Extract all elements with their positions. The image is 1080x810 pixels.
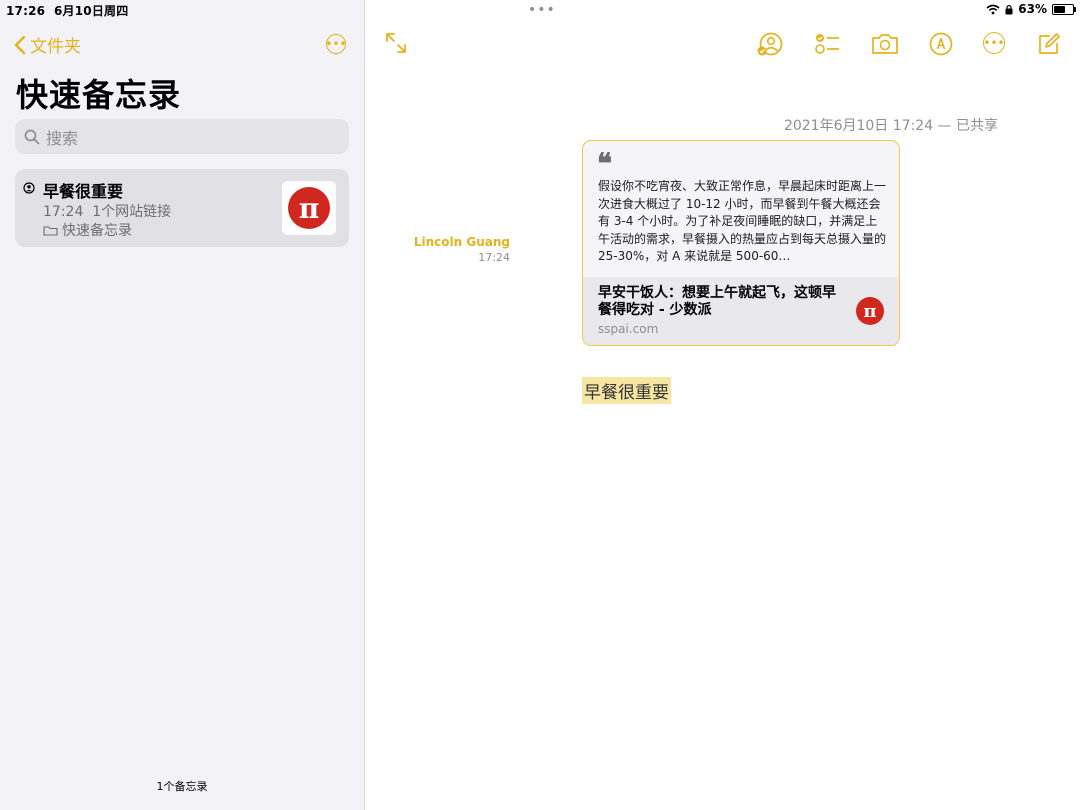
note-body-text[interactable]: 早餐很重要 [582,377,671,404]
folder-icon [43,225,58,236]
status-time: 17:26 [6,4,46,18]
camera-icon[interactable] [871,32,899,56]
note-count: 1个备忘录 [156,780,208,793]
note-date: 2021年6月10日 17:24 — 已共享 [783,118,998,134]
more-options-icon[interactable]: ••• [983,32,1005,54]
link-footer: 早安干饭人：想要上午就起飞，这顿早餐得吃对 - 少数派 sspai.com π [583,277,899,345]
note-thumbnail: π [282,181,336,235]
markup-icon[interactable] [929,32,953,56]
link-domain: sspai.com [598,322,659,336]
author-attribution: Lincoln Guang 17:24 [414,235,510,264]
more-icon[interactable]: ••• [325,34,347,54]
note-item-folder-name: 快速备忘录 [62,223,132,239]
battery-icon [1052,3,1076,15]
link-preview-card[interactable]: ❝ 假设你不吃宵夜、大致正常作息，早晨起床时距离上一次进食大概过了 10-12 … [582,140,900,346]
link-title: 早安干饭人：想要上午就起飞，这顿早餐得吃对 - 少数派 [598,285,836,318]
note-item-meta: 17:24 1个网站链接 [43,201,171,221]
sspai-logo-icon: π [288,187,330,229]
status-indicators: 63% [986,2,1076,16]
back-to-folders-button[interactable]: 文件夹 [14,32,81,57]
quote-icon: ❝ [597,147,613,180]
multitasking-handle[interactable]: ••• [528,2,556,18]
folder-title: 快速备忘录 [16,76,182,114]
sidebar: 17:26 6月10日周四 文件夹 ••• 快速备忘录 搜索 早餐很重要 17:… [0,0,365,810]
note-item-title: 早餐很重要 [43,182,124,201]
status-date: 6月10日周四 [53,4,129,18]
wifi-icon [986,4,1000,14]
author-time: 17:24 [478,251,510,264]
compose-icon[interactable] [1037,32,1061,56]
expand-icon[interactable] [385,32,407,54]
search-placeholder: 搜索 [46,128,79,148]
shared-icon [23,182,35,194]
search-input[interactable]: 搜索 [15,119,349,154]
note-item-folder: 快速备忘录 [43,220,132,240]
sspai-logo-icon: π [856,297,884,325]
note-list-item[interactable]: 早餐很重要 17:24 1个网站链接 快速备忘录 π [15,169,349,247]
author-name: Lincoln Guang [413,235,510,249]
checklist-icon[interactable] [814,32,840,56]
status-time-date: 17:26 6月10日周四 [6,2,128,19]
collaborate-icon[interactable] [757,32,785,56]
back-chevron-icon [14,35,26,54]
search-icon [24,129,40,144]
back-label: 文件夹 [30,37,81,57]
battery-fill [1054,5,1066,13]
lock-icon [1005,4,1013,14]
link-excerpt: 假设你不吃宵夜、大致正常作息，早晨起床时距离上一次进食大概过了 10-12 小时… [598,179,887,263]
note-item-time: 17:24 [43,204,84,220]
note-item-snippet: 1个网站链接 [92,204,172,220]
battery-percent: 63% [1018,2,1047,16]
